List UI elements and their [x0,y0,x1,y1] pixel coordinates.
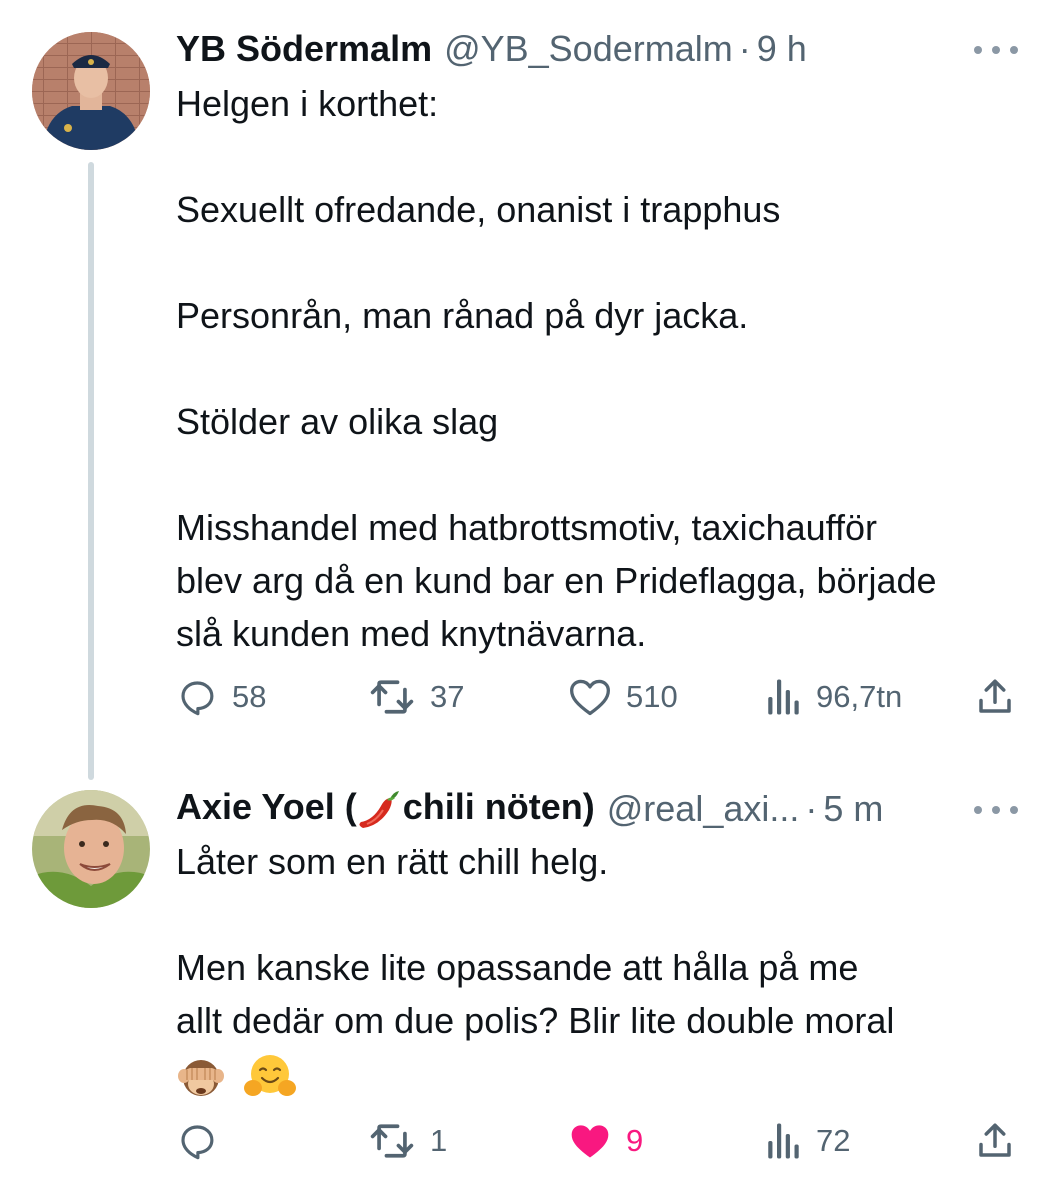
reply-count: 58 [232,679,267,714]
tweet-axieyoel: Axie Yoel ( chili nöten) @real_axi... · 5… [0,760,1054,1200]
avatar-ybsodermalm[interactable] [32,32,150,150]
tweet-text: Helgen i korthet: Sexuellt ofredande, on… [176,77,1036,660]
retweet-icon [370,680,414,714]
tweet-line: allt dedär om due polis? Blir lite doubl… [176,1000,895,1041]
author-handle[interactable]: @YB_Sodermalm [444,28,733,70]
chili-pepper-icon [359,790,399,828]
author-handle[interactable]: @real_axi... [607,788,800,830]
tweet-text: Låter som en rätt chill helg. Men kanske… [176,835,1036,1103]
timestamp[interactable]: 9 h [757,28,807,70]
views-button[interactable]: 96,7tn [766,672,902,722]
tweet-line: Helgen i korthet: [176,83,439,124]
share-button[interactable] [974,1116,1016,1166]
timestamp[interactable]: 5 m [823,788,883,830]
tweet-line: Sexuellt ofredande, onanist i trapphus [176,189,781,230]
like-icon-filled [571,1125,609,1158]
author-name-prefix: Axie Yoel ( [176,786,357,828]
tweet-line: Misshandel med hatbrottsmotiv, taxichauf… [176,507,877,548]
hugging-face-icon [244,1055,297,1097]
retweet-icon [370,1124,414,1158]
more-icon[interactable] [974,40,1018,60]
retweet-button[interactable]: 1 [368,1116,447,1166]
avatar-axieyoel[interactable] [32,790,150,908]
share-button[interactable] [974,672,1016,722]
tweet-line: Låter som en rätt chill helg. [176,841,609,882]
like-button[interactable]: 510 [568,672,678,722]
like-button[interactable]: 9 [568,1116,643,1166]
tweet-actions: 1 9 72 [176,1116,1018,1166]
retweet-button[interactable]: 37 [368,672,464,722]
share-icon [979,1123,1011,1157]
like-icon [570,679,610,716]
author-name-suffix: chili nöten) [402,786,595,828]
views-count: 72 [816,1123,851,1158]
tweet-header: YB Södermalm @YB_Sodermalm · 9 h [176,24,807,74]
more-icon[interactable] [974,800,1018,820]
separator-dot: · [805,788,818,829]
reply-icon [181,1125,214,1160]
retweet-count: 1 [430,1123,448,1158]
tweet-ybsodermalm: YB Södermalm @YB_Sodermalm · 9 h Helgen … [0,0,1054,780]
views-count: 96,7tn [816,679,903,714]
separator-dot: · [738,28,751,69]
tweet-line: Stölder av olika slag [176,401,499,442]
tweet-header: Axie Yoel ( chili nöten) @real_axi... · 5… [176,784,883,834]
reply-button[interactable]: 58 [176,672,266,722]
see-no-evil-monkey-icon [178,1060,224,1097]
like-count: 9 [626,1123,644,1158]
views-icon [768,679,799,715]
retweet-count: 37 [430,679,465,714]
tweet-line: Personrån, man rånad på dyr jacka. [176,295,749,336]
like-count: 510 [626,679,678,714]
emoji-line [176,1047,1036,1103]
tweet-line: Men kanske lite opassande att hålla på m… [176,947,859,988]
author-name[interactable]: Axie Yoel ( chili nöten) [176,786,595,831]
views-icon [768,1123,799,1159]
reply-button[interactable] [176,1116,232,1166]
views-button[interactable]: 72 [766,1116,850,1166]
tweet-line: slå kunden med knytnävarna. [176,613,647,654]
reply-icon [181,681,214,716]
thread-line [88,162,94,780]
share-icon [979,679,1011,713]
tweet-line: blev arg då en kund bar en Prideflagga, … [176,560,937,601]
tweet-actions: 58 37 510 96,7tn [176,672,1018,722]
author-name[interactable]: YB Södermalm [176,28,432,70]
